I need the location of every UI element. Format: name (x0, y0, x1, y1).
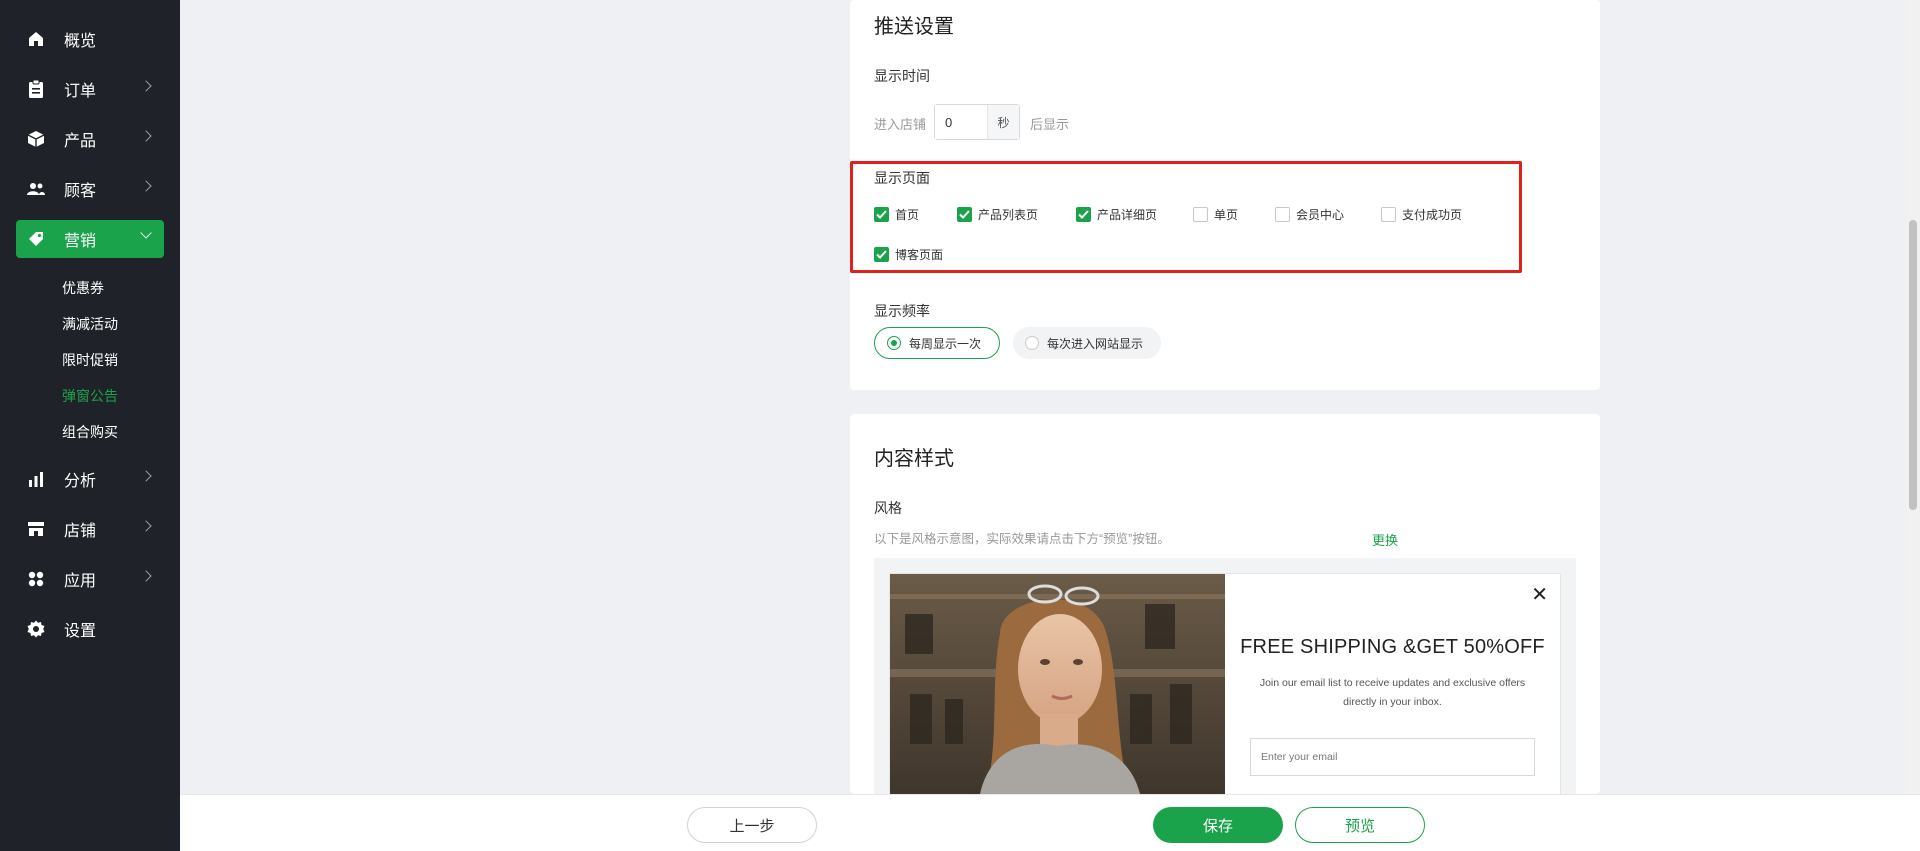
checkbox-label: 产品详细页 (1097, 208, 1158, 222)
radio-weekly[interactable]: 每周显示一次 (874, 327, 1001, 359)
checkbox-label: 首页 (895, 208, 920, 222)
radio-dot-icon (887, 336, 901, 350)
chevron-right-icon (140, 570, 152, 582)
chevron-right-icon (140, 520, 152, 532)
chevron-right-icon (140, 80, 152, 92)
after-show-text: 后显示 (1030, 117, 1070, 132)
sidebar-item-label: 顾客 (64, 183, 97, 200)
sub-item-flash-sale[interactable]: 限时促销 (62, 350, 118, 370)
checkbox-member-center[interactable]: 会员中心 (1275, 206, 1344, 223)
sidebar-item-settings[interactable]: 设置 (16, 610, 164, 648)
sub-item-coupons[interactable]: 优惠券 (62, 278, 104, 298)
popup-title: FREE SHIPPING &GET 50%OFF (1240, 636, 1545, 658)
seconds-unit: 秒 (987, 105, 1019, 139)
sidebar-item-apps[interactable]: 应用 (16, 560, 164, 598)
frequency-label: 显示频率 (874, 303, 930, 319)
scroll-thumb[interactable] (1909, 220, 1917, 510)
sidebar-item-products[interactable]: 产品 (16, 120, 164, 158)
sidebar-item-label: 设置 (64, 623, 97, 640)
popup-content: ✕ FREE SHIPPING &GET 50%OFF Join our ema… (1225, 574, 1560, 794)
popup-photo (890, 574, 1225, 794)
chevron-right-icon (140, 130, 152, 142)
main-content: 推送设置 显示时间 进入店铺 秒 后显示 显示页面 首页 产品列表页 产品详细页… (180, 0, 1920, 851)
box-icon (26, 129, 46, 149)
apps-icon (26, 569, 46, 589)
checkbox-label: 会员中心 (1296, 208, 1345, 222)
home-icon (26, 29, 46, 49)
style-preview-frame: ✕ FREE SHIPPING &GET 50%OFF Join our ema… (874, 558, 1576, 794)
chevron-down-icon (140, 227, 152, 239)
sidebar-item-label: 订单 (64, 83, 97, 100)
checkbox-icon (1275, 207, 1290, 222)
checkbox-icon (1193, 207, 1208, 222)
sidebar-item-label: 营销 (64, 233, 97, 250)
save-button[interactable]: 保存 (1153, 807, 1283, 843)
prev-step-button[interactable]: 上一步 (687, 807, 817, 843)
checkbox-icon (957, 207, 972, 222)
style-label: 风格 (874, 500, 902, 516)
footer-action-bar: 上一步 保存 预览 (180, 794, 1920, 851)
popup-preview: ✕ FREE SHIPPING &GET 50%OFF Join our ema… (890, 574, 1560, 794)
checkbox-label: 产品列表页 (978, 208, 1039, 222)
popup-email-field[interactable]: Enter your email (1250, 738, 1535, 776)
checkbox-icon (874, 247, 889, 262)
radio-label: 每次进入网站显示 (1047, 336, 1144, 351)
checkbox-label: 支付成功页 (1402, 208, 1463, 222)
sidebar-item-marketing[interactable]: 营销 (16, 220, 164, 258)
sidebar: 概览 订单 产品 顾客 营销 优惠券 满减活动 限时促销 弹窗公告 组合购买 分… (0, 0, 180, 851)
radio-label: 每周显示一次 (909, 336, 982, 351)
checkbox-label: 单页 (1214, 208, 1239, 222)
store-icon (26, 519, 46, 539)
style-hint: 以下是风格示意图，实际效果请点击下方“预览”按钮。 (874, 532, 1170, 546)
sidebar-item-customers[interactable]: 顾客 (16, 170, 164, 208)
content-style-title: 内容样式 (874, 448, 954, 470)
bar-chart-icon (26, 469, 46, 489)
sidebar-item-overview[interactable]: 概览 (16, 20, 164, 58)
checkbox-payment-success[interactable]: 支付成功页 (1381, 206, 1462, 223)
checkbox-product-list[interactable]: 产品列表页 (957, 206, 1038, 223)
gear-icon (26, 619, 46, 639)
checkbox-label: 博客页面 (895, 248, 944, 262)
sidebar-item-label: 店铺 (64, 523, 97, 540)
display-time-label: 显示时间 (874, 68, 930, 84)
sidebar-item-label: 应用 (64, 573, 97, 590)
push-settings-title: 推送设置 (874, 16, 954, 38)
checkbox-icon (874, 207, 889, 222)
checkbox-icon (1076, 207, 1091, 222)
checkbox-home[interactable]: 首页 (874, 206, 919, 223)
checkbox-product-detail[interactable]: 产品详细页 (1076, 206, 1157, 223)
radio-dot-icon (1025, 336, 1039, 350)
seconds-input-group: 秒 (934, 104, 1020, 140)
users-icon (26, 179, 46, 199)
enter-store-text: 进入店铺 (874, 117, 927, 132)
change-style-link[interactable]: 更换 (1372, 530, 1398, 549)
push-settings-card: 推送设置 显示时间 进入店铺 秒 后显示 显示页面 首页 产品列表页 产品详细页… (850, 0, 1600, 390)
sidebar-item-analytics[interactable]: 分析 (16, 460, 164, 498)
chevron-right-icon (140, 470, 152, 482)
scrollbar[interactable] (1906, 0, 1920, 851)
sidebar-item-label: 概览 (64, 33, 97, 50)
checkbox-icon (1381, 207, 1396, 222)
checkbox-single-page[interactable]: 单页 (1193, 206, 1238, 223)
clipboard-icon (26, 79, 46, 99)
display-pages-label: 显示页面 (874, 170, 930, 186)
sidebar-item-orders[interactable]: 订单 (16, 70, 164, 108)
sidebar-item-label: 分析 (64, 473, 97, 490)
seconds-input[interactable] (935, 105, 987, 139)
sub-item-discount[interactable]: 满减活动 (62, 314, 118, 334)
close-icon[interactable]: ✕ (1531, 582, 1548, 607)
sub-item-bundle[interactable]: 组合购买 (62, 422, 118, 442)
radio-every-visit[interactable]: 每次进入网站显示 (1013, 327, 1162, 359)
popup-text: Join our email list to receive updates a… (1259, 677, 1526, 708)
sub-item-popup[interactable]: 弹窗公告 (62, 386, 118, 406)
checkbox-blog[interactable]: 博客页面 (874, 246, 943, 263)
sidebar-item-label: 产品 (64, 133, 97, 150)
preview-button[interactable]: 预览 (1295, 807, 1425, 843)
sidebar-item-store[interactable]: 店铺 (16, 510, 164, 548)
tag-icon (26, 229, 46, 249)
chevron-right-icon (140, 180, 152, 192)
